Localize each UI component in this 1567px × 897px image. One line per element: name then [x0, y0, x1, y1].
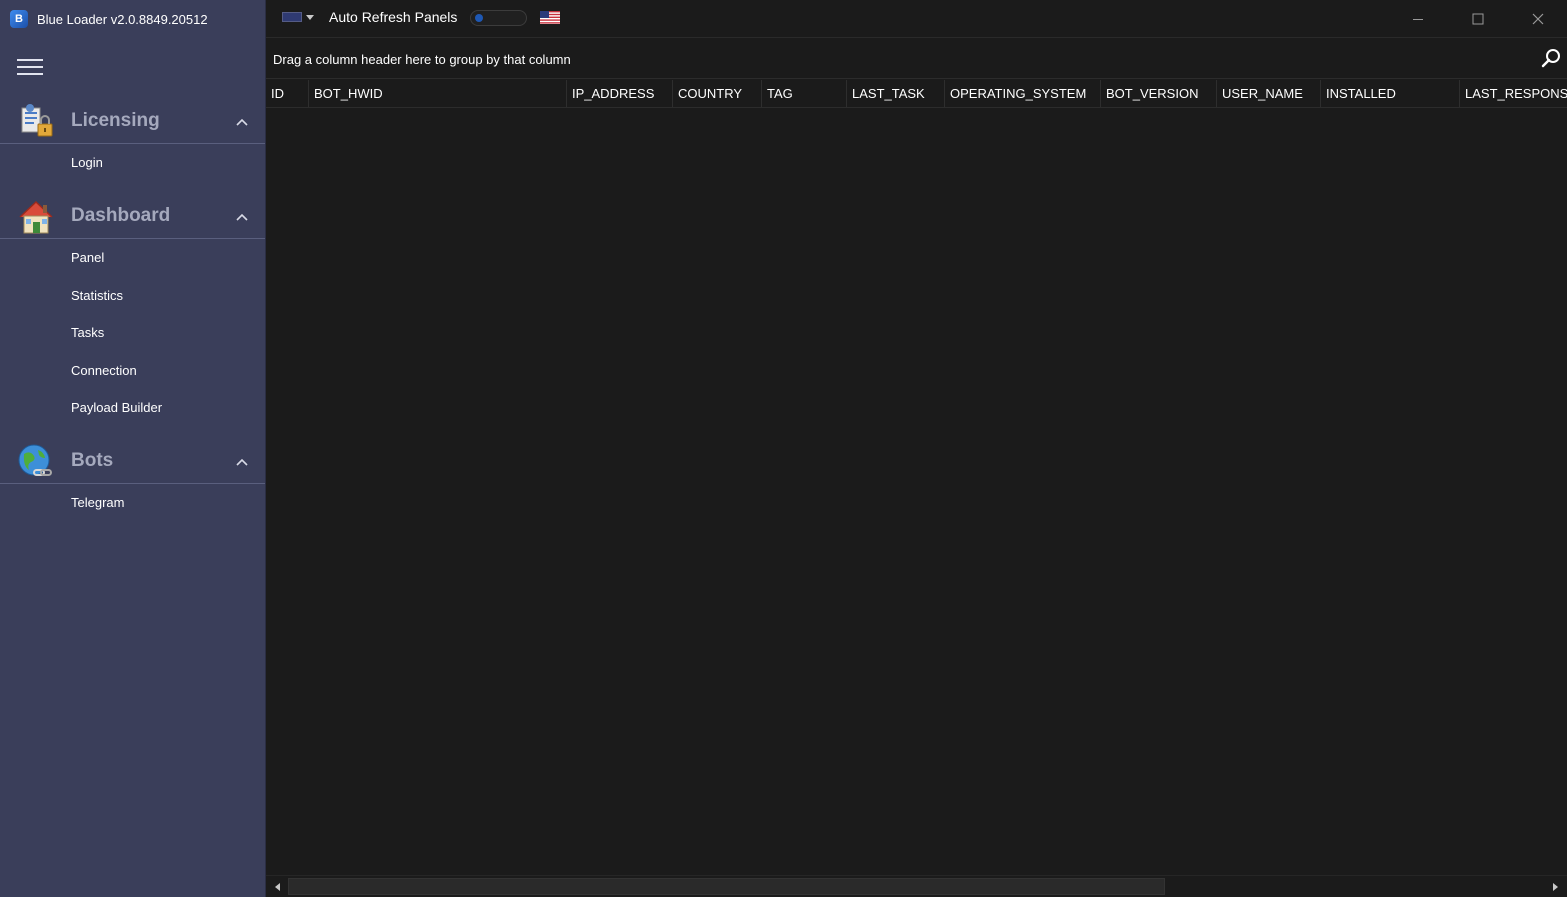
section-header-bots[interactable]: Bots — [0, 438, 265, 484]
app-title: Blue Loader v2.0.8849.20512 — [37, 11, 208, 27]
maximize-button[interactable] — [1448, 0, 1508, 38]
sidebar-item-telegram[interactable]: Telegram — [71, 495, 124, 510]
top-toolbar: Auto Refresh Panels — [266, 0, 1567, 38]
column-header-installed[interactable]: INSTALLED — [1321, 80, 1460, 107]
section-label-dashboard: Dashboard — [71, 204, 171, 226]
sidebar-item-connection[interactable]: Connection — [71, 363, 137, 378]
column-header-operating-system[interactable]: OPERATING_SYSTEM — [945, 80, 1101, 107]
auto-refresh-toggle[interactable] — [470, 10, 527, 26]
column-header-tag[interactable]: TAG — [762, 80, 847, 107]
column-header-ip-address[interactable]: IP_ADDRESS — [567, 80, 673, 107]
search-button[interactable] — [1540, 48, 1562, 70]
close-icon — [1532, 13, 1544, 25]
sidebar-item-login[interactable]: Login — [71, 155, 103, 170]
column-header-bot-hwid[interactable]: BOT_HWID — [309, 80, 567, 107]
chevron-up-icon[interactable] — [236, 456, 248, 468]
maximize-icon — [1472, 13, 1484, 25]
sidebar: B Blue Loader v2.0.8849.20512 Licensing … — [0, 0, 266, 897]
grid-header-row: ID BOT_HWID IP_ADDRESS COUNTRY TAG LAST_… — [266, 80, 1567, 108]
group-panel-hint: Drag a column header here to group by th… — [273, 52, 571, 67]
group-by-panel[interactable]: Drag a column header here to group by th… — [266, 39, 1567, 79]
scroll-track[interactable] — [288, 878, 1544, 895]
column-header-id[interactable]: ID — [266, 80, 309, 107]
column-header-user-name[interactable]: USER_NAME — [1217, 80, 1321, 107]
column-header-country[interactable]: COUNTRY — [673, 80, 762, 107]
column-header-last-response[interactable]: LAST_RESPONSE — [1460, 80, 1567, 107]
toggle-knob — [475, 14, 483, 22]
chevron-up-icon[interactable] — [236, 116, 248, 128]
theme-swatch — [282, 12, 302, 22]
scroll-right-button[interactable] — [1546, 879, 1564, 895]
section-header-dashboard[interactable]: Dashboard — [0, 193, 265, 239]
scroll-right-icon — [1553, 883, 1558, 891]
auto-refresh-label: Auto Refresh Panels — [329, 9, 458, 25]
search-icon — [1541, 49, 1560, 68]
scroll-left-button[interactable] — [269, 879, 287, 895]
theme-color-dropdown[interactable] — [282, 10, 314, 24]
section-label-licensing: Licensing — [71, 109, 160, 131]
hamburger-menu-icon[interactable] — [17, 59, 43, 77]
chevron-up-icon[interactable] — [236, 211, 248, 223]
scroll-thumb[interactable] — [288, 878, 1165, 895]
minimize-icon — [1413, 19, 1423, 20]
globe-icon — [18, 444, 52, 476]
sidebar-item-panel[interactable]: Panel — [71, 250, 104, 265]
grid-body[interactable] — [266, 109, 1567, 875]
licensing-icon — [21, 104, 53, 137]
scroll-left-icon — [275, 883, 280, 891]
home-icon — [19, 200, 53, 234]
minimize-button[interactable] — [1388, 0, 1448, 38]
app-titlebar: B Blue Loader v2.0.8849.20512 — [0, 0, 265, 38]
close-button[interactable] — [1508, 0, 1567, 38]
section-label-bots: Bots — [71, 449, 114, 471]
column-header-last-task[interactable]: LAST_TASK — [847, 80, 945, 107]
horizontal-scrollbar[interactable] — [266, 875, 1567, 897]
sidebar-item-tasks[interactable]: Tasks — [71, 325, 104, 340]
sidebar-item-statistics[interactable]: Statistics — [71, 288, 123, 303]
dropdown-arrow-icon — [306, 14, 314, 20]
app-window: B Blue Loader v2.0.8849.20512 Licensing … — [0, 0, 1567, 897]
section-header-licensing[interactable]: Licensing — [0, 98, 265, 144]
column-header-bot-version[interactable]: BOT_VERSION — [1101, 80, 1217, 107]
app-logo-icon: B — [10, 10, 28, 28]
us-flag-icon[interactable] — [540, 11, 560, 24]
sidebar-item-payload-builder[interactable]: Payload Builder — [71, 400, 162, 415]
